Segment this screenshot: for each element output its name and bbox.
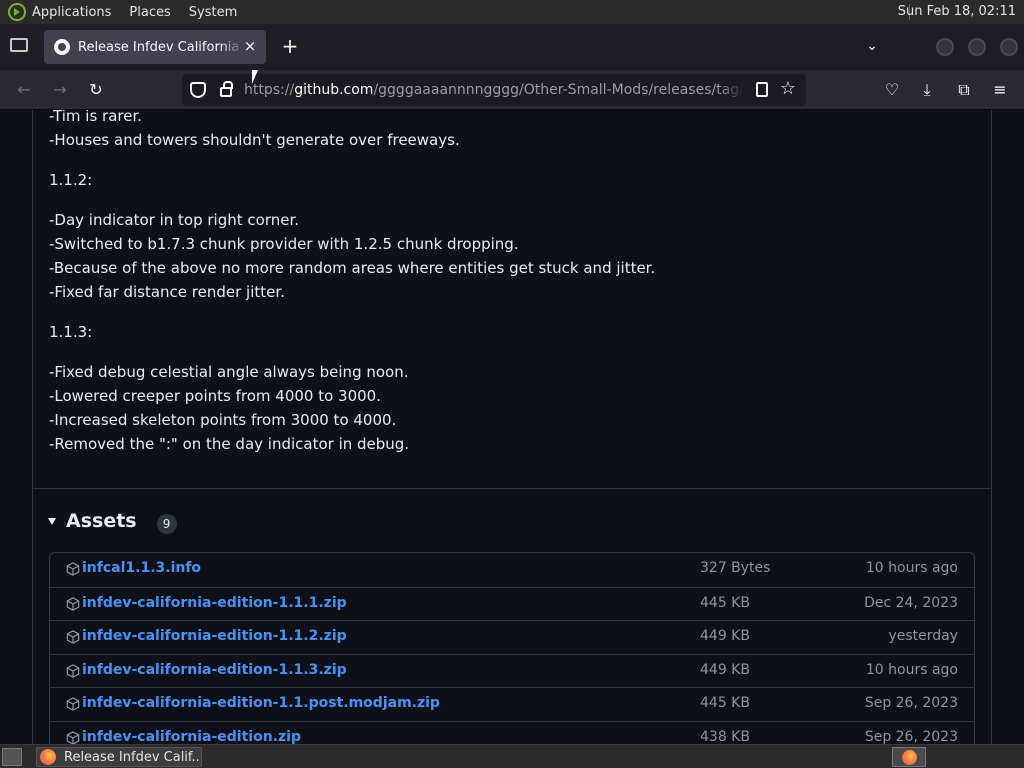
asset-date: yesterday xyxy=(888,628,958,644)
release-notes-block-2: -Day indicator in top right corner. -Swi… xyxy=(49,208,655,304)
url-path: /ggggaaaannnngggg/Other-Small-Mods/relea… xyxy=(373,82,744,98)
firefox-icon xyxy=(40,749,56,765)
maximize-window-button[interactable] xyxy=(968,38,986,56)
note-line: -Houses and towers shouldn't generate ov… xyxy=(49,131,460,149)
asset-size: 327 Bytes xyxy=(700,560,771,576)
asset-download-link[interactable]: infdev-california-edition-1.1.post.modja… xyxy=(82,695,440,711)
version-heading-1-1-3: 1.1.3: xyxy=(49,323,93,341)
close-window-button[interactable] xyxy=(1000,38,1018,56)
asset-date: Sep 26, 2023 xyxy=(864,728,958,745)
asset-row: infcal1.1.3.info 327 Bytes 10 hours ago xyxy=(50,553,974,587)
firefox-view-icon[interactable] xyxy=(10,38,28,52)
asset-download-link[interactable]: infdev-california-edition-1.1.1.zip xyxy=(82,595,347,611)
note-line: -Fixed debug celestial angle always bein… xyxy=(49,363,409,381)
menu-applications[interactable]: Applications xyxy=(32,5,111,20)
note-line: -Lowered creeper points from 4000 to 300… xyxy=(49,387,381,405)
note-line: -Tim is rarer. xyxy=(49,110,143,125)
note-line: -Fixed far distance render jitter. xyxy=(49,283,285,301)
tab-title: Release Infdev California Edition xyxy=(78,39,244,55)
asset-row: infdev-california-edition-1.1.1.zip 445 K… xyxy=(50,586,974,621)
menu-places[interactable]: Places xyxy=(129,5,170,20)
asset-row: infdev-california-edition.zip 438 KB Sep 2… xyxy=(50,720,974,745)
assets-toggle[interactable]: Assets 9 xyxy=(48,508,177,534)
tracking-protection-shield-icon[interactable] xyxy=(190,82,206,98)
browser-tab-active[interactable]: Release Infdev California Edition × xyxy=(44,30,266,64)
release-notes-block-3: -Fixed debug celestial angle always bein… xyxy=(49,360,409,456)
new-tab-button[interactable]: + xyxy=(280,36,300,56)
page-content: -Tim is rarer. -Houses and towers should… xyxy=(0,110,1024,744)
url-prefix: https:// xyxy=(244,82,295,98)
panel-clock[interactable]: Sun Feb 18, 02:11 xyxy=(898,4,1016,19)
asset-row: infdev-california-edition-1.1.3.zip 449 K… xyxy=(50,653,974,688)
asset-date: 10 hours ago xyxy=(865,560,958,576)
taskbar-window-firefox[interactable]: Release Infdev Calif... xyxy=(36,747,202,767)
asset-size: 449 KB xyxy=(700,661,750,678)
site-security-lock-icon[interactable] xyxy=(220,81,233,97)
asset-download-link[interactable]: infdev-california-edition-1.1.3.zip xyxy=(82,662,347,678)
asset-size: 445 KB xyxy=(700,594,750,611)
firefox-icon xyxy=(902,750,917,765)
pocket-icon[interactable]: ♡ xyxy=(880,78,904,102)
package-icon xyxy=(66,730,80,744)
back-button[interactable]: ← xyxy=(12,78,36,102)
minimize-window-button[interactable] xyxy=(936,38,954,56)
asset-date: Sep 26, 2023 xyxy=(864,695,958,711)
reload-button[interactable]: ↻ xyxy=(84,78,108,102)
package-icon xyxy=(66,697,80,711)
assets-title: Assets xyxy=(66,510,137,532)
extensions-icon[interactable]: ⧉ xyxy=(952,78,976,102)
asset-date: Dec 24, 2023 xyxy=(864,594,958,611)
reader-view-icon[interactable] xyxy=(756,82,768,97)
asset-size: 449 KB xyxy=(700,628,750,644)
taskbar-window-label: Release Infdev Calif... xyxy=(64,749,201,765)
app-menu-icon[interactable]: ≡ xyxy=(988,78,1012,102)
note-line: -Increased skeleton points from 3000 to … xyxy=(49,411,397,429)
assets-list: infcal1.1.3.info 327 Bytes 10 hours ago inf… xyxy=(49,552,975,744)
mouse-cursor-icon xyxy=(252,70,258,84)
asset-size: 445 KB xyxy=(700,695,750,711)
version-heading-1-1-2: 1.1.2: xyxy=(49,171,93,189)
assets-count-badge: 9 xyxy=(156,514,177,534)
bookmark-star-icon[interactable]: ☆ xyxy=(778,78,798,100)
package-icon xyxy=(66,663,80,678)
note-line: -Day indicator in top right corner. xyxy=(49,211,300,229)
github-favicon-icon xyxy=(54,39,70,55)
tab-close-icon[interactable]: × xyxy=(242,38,258,54)
bottom-taskbar: Release Infdev Calif... xyxy=(0,744,1024,768)
asset-download-link[interactable]: infdev-california-edition.zip xyxy=(82,729,301,745)
show-desktop-icon[interactable] xyxy=(2,748,22,766)
caret-down-icon xyxy=(48,517,56,525)
forward-button[interactable]: → xyxy=(48,78,72,102)
tab-strip: Release Infdev California Edition × + ⌄ xyxy=(0,24,1024,70)
package-icon xyxy=(66,630,80,644)
section-divider xyxy=(33,488,991,489)
url-bar[interactable]: https://github.com/ggggaaaannnngggg/Othe… xyxy=(182,74,806,106)
distro-logo-icon[interactable] xyxy=(8,3,26,21)
asset-date: 10 hours ago xyxy=(865,661,958,678)
package-icon xyxy=(66,562,80,576)
asset-row: infdev-california-edition-1.1.2.zip 449 K… xyxy=(50,620,974,654)
note-line: -Removed the ":" on the day indicator in… xyxy=(49,435,410,453)
release-notes-block-1: -Tim is rarer. -Houses and towers should… xyxy=(49,110,460,152)
url-text[interactable]: https://github.com/ggggaaaannnngggg/Othe… xyxy=(244,82,744,98)
asset-row: infdev-california-edition-1.1.post.modja… xyxy=(50,687,974,721)
note-line: -Switched to b1.7.3 chunk provider with … xyxy=(49,235,519,253)
navigation-toolbar: ← → ↻ https://github.com/ggggaaaannnnggg… xyxy=(0,70,1024,110)
workspace-switcher[interactable] xyxy=(892,747,926,767)
top-panel: Applications Places System Sun Feb 18, 0… xyxy=(0,0,1024,24)
note-line: -Because of the above no more random are… xyxy=(49,259,656,277)
asset-download-link[interactable]: infcal1.1.3.info xyxy=(82,560,201,576)
url-host: github.com xyxy=(294,82,374,98)
package-icon xyxy=(66,596,80,611)
asset-size: 438 KB xyxy=(700,728,750,745)
asset-download-link[interactable]: infdev-california-edition-1.1.2.zip xyxy=(82,628,347,644)
menu-system[interactable]: System xyxy=(189,5,237,20)
list-all-tabs-icon[interactable]: ⌄ xyxy=(862,38,882,54)
downloads-icon[interactable]: ⤓ xyxy=(915,78,939,102)
